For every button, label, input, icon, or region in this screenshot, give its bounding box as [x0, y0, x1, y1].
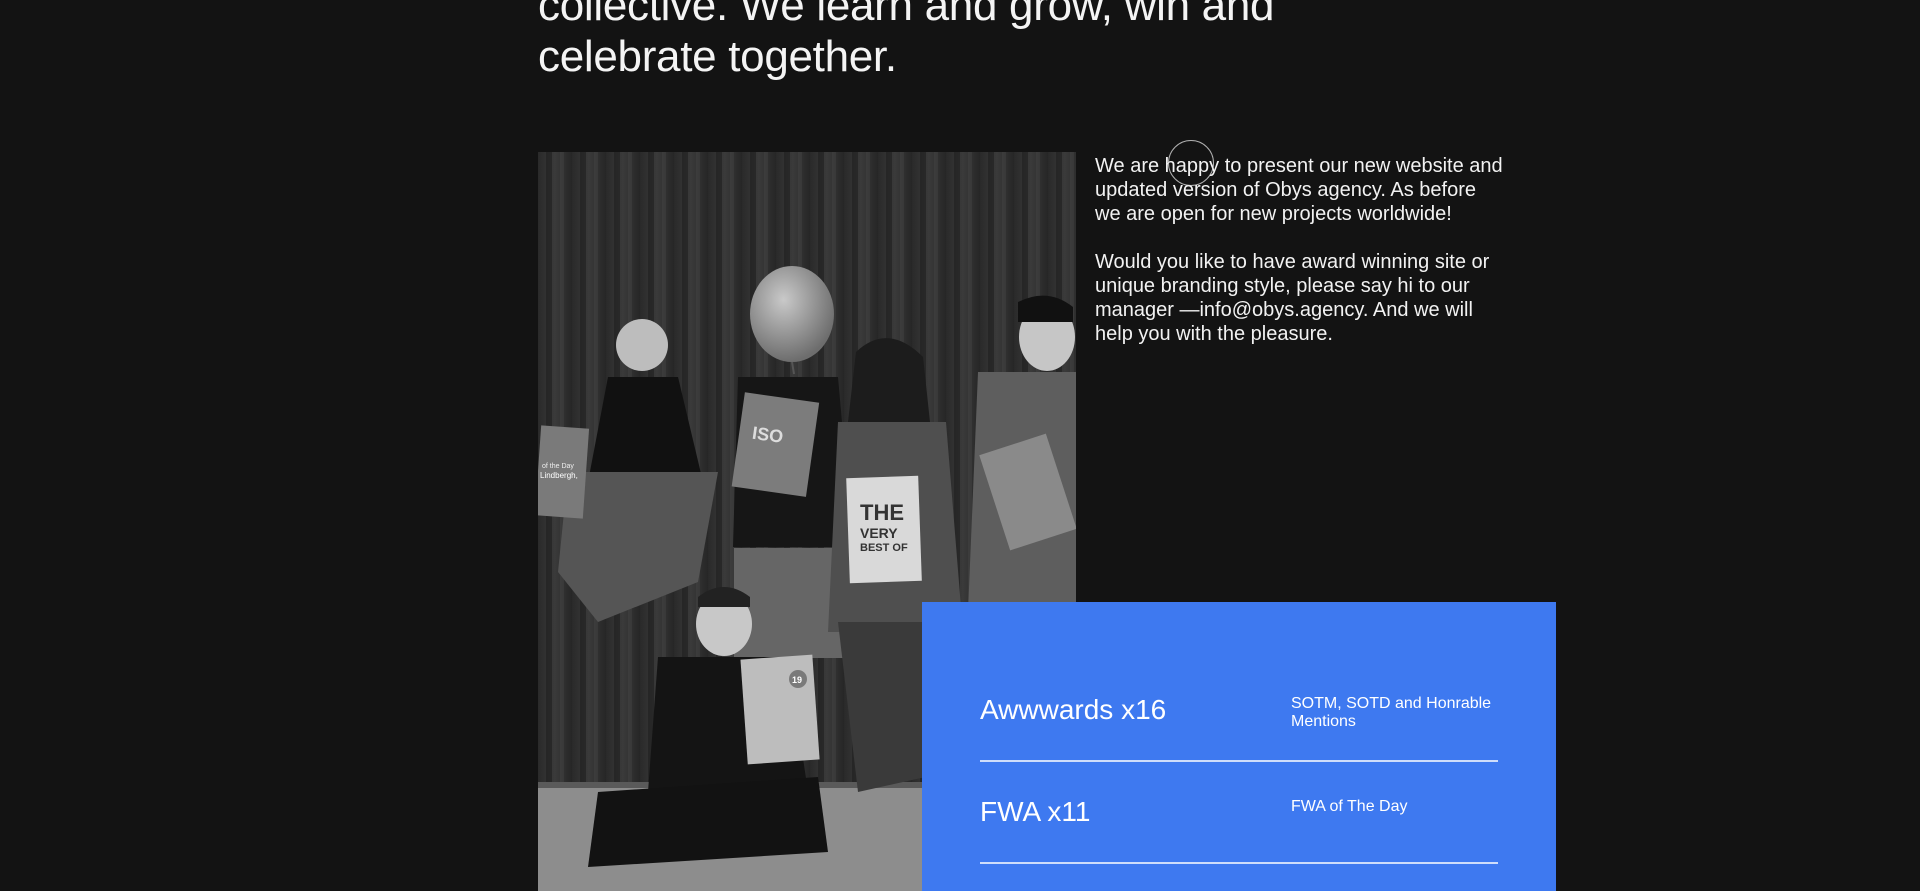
- sign-left-name: Lindbergh,: [540, 471, 578, 480]
- award-name: FWA x11: [980, 796, 1091, 827]
- svg-text:ISO: ISO: [751, 423, 784, 447]
- intro-text: We are happy to present our new website …: [1095, 154, 1505, 370]
- intro-paragraph-2: Would you like to have award winning sit…: [1095, 251, 1490, 345]
- about-section: collective. We learn and grow, win and c…: [0, 0, 1920, 891]
- award-name: Awwwards x16: [980, 694, 1167, 725]
- sign-left-title: of the Day: [542, 463, 574, 470]
- award-row: FWA x11 FWA of The Day: [980, 762, 1498, 864]
- sign-bottom-badge: 19: [792, 675, 802, 685]
- headline-line-2: celebrate together.: [538, 32, 897, 81]
- award-description: FWA of The Day: [1291, 798, 1408, 815]
- awards-card: Awwwards x16 SOTM, SOTD and Honrable Men…: [922, 602, 1556, 891]
- intro-paragraph-1: We are happy to present our new website …: [1095, 155, 1503, 225]
- sign-center-title-3: BEST OF: [860, 542, 908, 554]
- sign-center-title-2: VERY: [860, 525, 898, 541]
- award-description: SOTM, SOTD and Honrable Mentions: [1291, 695, 1492, 730]
- headline-line-1: collective. We learn and grow, win and: [538, 0, 1275, 30]
- section-headline: collective. We learn and grow, win and c…: [538, 0, 1358, 82]
- sign-center-title-1: THE: [860, 500, 904, 525]
- award-row: Awwwards x16 SOTM, SOTD and Honrable Men…: [980, 602, 1498, 762]
